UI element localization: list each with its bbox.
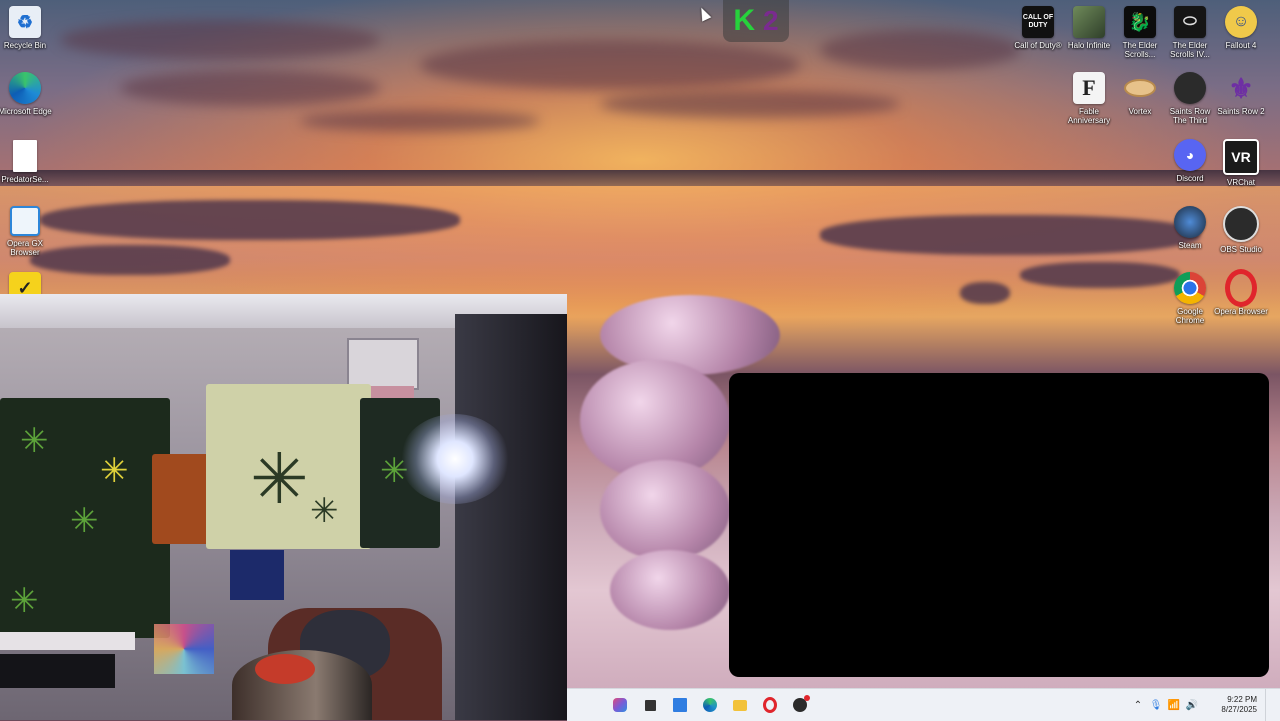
desktop-icon-halo-infinite[interactable]: Halo Infinite [1064, 6, 1114, 50]
desktop-icon-label: Halo Infinite [1067, 41, 1111, 50]
desktop-icon-label: Recycle Bin [3, 41, 47, 50]
show-desktop-button[interactable] [1265, 689, 1280, 721]
desktop-icon-label: Opera GX Browser [6, 239, 43, 257]
desktop-icon-fallout4[interactable]: ☺ Fallout 4 [1216, 6, 1266, 50]
desktop-icon-elder-scrolls[interactable]: 🐉 The Elder Scrolls... [1115, 6, 1165, 59]
taskbar: ⌃ 🎙 📶 🔊 9:22 PM 8/27/2025 [567, 688, 1280, 721]
desktop-icon-label: Steam [1178, 241, 1202, 250]
black-overlay-panel [729, 373, 1269, 677]
vrchat-icon: VR [1223, 139, 1259, 175]
volume-icon[interactable]: 🔊 [1183, 696, 1201, 714]
saints-row-third-icon [1174, 72, 1206, 104]
desktop-icon-label: Discord [1176, 174, 1204, 183]
widget-number: 2 [763, 5, 779, 36]
desktop-icon-label: PredatorSe... [1, 175, 49, 184]
steam-icon [1174, 206, 1206, 238]
desktop-icon-label: Microsoft Edge [0, 107, 52, 116]
wifi-icon[interactable]: 📶 [1165, 696, 1183, 714]
desktop-icon-label: Saints Row 2 [1217, 107, 1265, 116]
task-view-icon [644, 699, 656, 711]
desktop-icon-label: Fallout 4 [1225, 41, 1257, 50]
opera-gx-icon [10, 206, 40, 236]
desktop-icon-label: Opera Browser [1214, 307, 1268, 316]
fable-anniversary-icon: F [1073, 72, 1105, 104]
taskbar-copilot[interactable] [607, 692, 633, 718]
taskbar-obs[interactable] [787, 692, 813, 718]
desktop-icon-label: The Elder Scrolls... [1122, 41, 1158, 59]
desktop-icon-label: OBS Studio [1220, 245, 1262, 254]
desktop-icon-predator[interactable]: PredatorSe... [0, 140, 50, 184]
desktop-icon-recycle-bin[interactable]: ♻ Recycle Bin [0, 6, 50, 50]
desktop-icon-obs-studio[interactable]: OBS Studio [1216, 206, 1266, 254]
widget-letter: K [733, 4, 756, 37]
discord-icon: ◕ [1174, 139, 1206, 171]
system-tray: ⌃ 🎙 📶 🔊 9:22 PM 8/27/2025 [1129, 689, 1280, 721]
desktop-icon-label: VRChat [1226, 178, 1255, 187]
edge-taskbar-icon [703, 698, 717, 712]
obs-studio-icon [1223, 206, 1259, 242]
desktop-icon-microsoft-edge[interactable]: Microsoft Edge [0, 72, 52, 116]
taskbar-task-view[interactable] [637, 692, 663, 718]
desktop-icon-call-of-duty[interactable]: CALL OF DUTY Call of Duty® [1013, 6, 1063, 50]
google-chrome-icon [1174, 272, 1206, 304]
desktop-icon-label: Fable Anniversary [1067, 107, 1111, 125]
fallout4-icon: ☺ [1225, 6, 1257, 38]
desktop-icon-label: Vortex [1128, 107, 1152, 116]
desktop-icon-vortex[interactable]: Vortex [1115, 72, 1165, 116]
elder-scrolls-icon: 🐉 [1124, 6, 1156, 38]
desktop-icon-vrchat[interactable]: VR VRChat [1216, 139, 1266, 187]
desktop-icon-saints-row-2[interactable]: ⚜ Saints Row 2 [1216, 72, 1266, 117]
desktop-icon-google-chrome[interactable]: Google Chrome [1165, 272, 1215, 325]
desktop-icon-label: Call of Duty® [1014, 41, 1062, 50]
elder-scrolls-iv-icon: ⬭ [1174, 6, 1206, 38]
vortex-icon [1124, 72, 1156, 104]
clock-date: 8/27/2025 [1221, 705, 1257, 714]
opera-browser-icon [1225, 269, 1257, 307]
desktop-icon-label: The Elder Scrolls IV... [1170, 41, 1210, 59]
desktop-icon-opera-gx[interactable]: Opera GX Browser [0, 206, 50, 257]
desktop-icon-fable-anniversary[interactable]: F Fable Anniversary [1064, 72, 1114, 125]
file-explorer-icon [733, 699, 747, 711]
clock-time: 9:22 PM [1227, 695, 1257, 704]
desktop-icon-opera-browser[interactable]: Opera Browser [1214, 269, 1268, 316]
desktop-icon-label: Google Chrome [1175, 307, 1205, 325]
store-icon [673, 698, 687, 712]
taskbar-opera[interactable] [757, 692, 783, 718]
chevron-up-icon[interactable]: ⌃ [1129, 696, 1147, 714]
halo-infinite-icon [1073, 6, 1105, 38]
top-widget[interactable]: K 2 [723, 0, 789, 42]
taskbar-store[interactable] [667, 692, 693, 718]
predator-file-icon [13, 140, 37, 172]
webcam-feed: ✳ ✳ ✳ ✳ ✳ ✳ ✳ [0, 294, 567, 720]
copilot-icon [613, 698, 627, 712]
taskbar-edge[interactable] [697, 692, 723, 718]
recycle-bin-icon: ♻ [9, 6, 41, 38]
desktop-icon-elder-scrolls-iv[interactable]: ⬭ The Elder Scrolls IV... [1165, 6, 1215, 59]
desktop-icon-discord[interactable]: ◕ Discord [1165, 139, 1215, 183]
desktop-icon-steam[interactable]: Steam [1165, 206, 1215, 250]
clock[interactable]: 9:22 PM 8/27/2025 [1201, 695, 1265, 715]
microphone-icon[interactable]: 🎙 [1147, 696, 1165, 714]
obs-taskbar-icon [793, 695, 810, 712]
desktop-icon-saints-row-third[interactable]: Saints Row The Third [1165, 72, 1215, 125]
desktop-icon-label: Saints Row The Third [1169, 107, 1211, 125]
opera-taskbar-icon [763, 697, 777, 713]
taskbar-file-explorer[interactable] [727, 692, 753, 718]
microsoft-edge-icon [9, 72, 41, 104]
call-of-duty-icon: CALL OF DUTY [1022, 6, 1054, 38]
saints-row-2-icon: ⚜ [1228, 72, 1254, 104]
